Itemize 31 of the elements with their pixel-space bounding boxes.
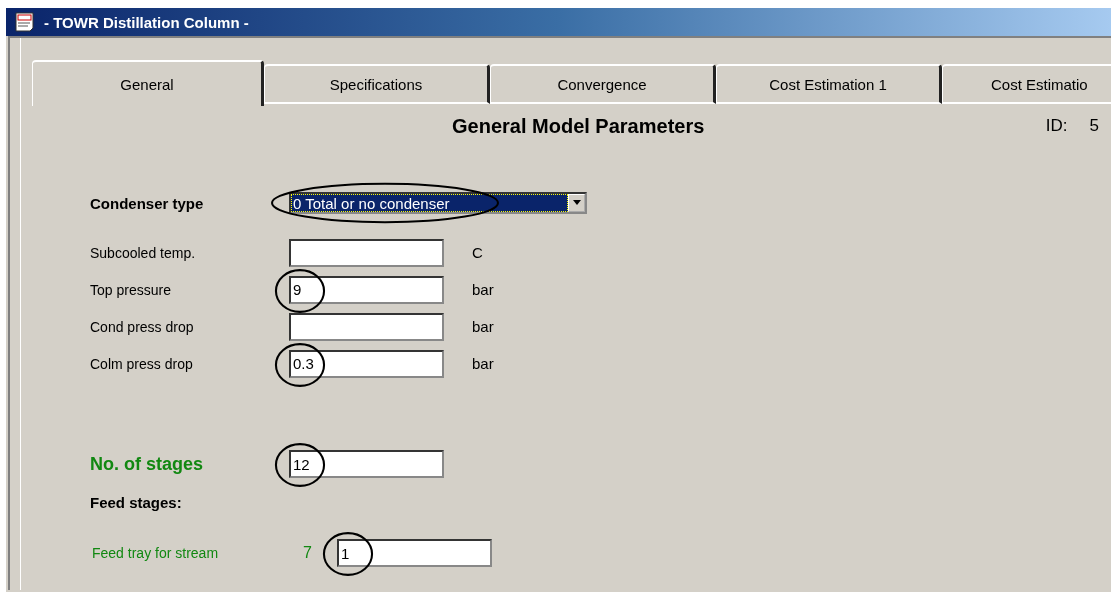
dropdown-arrow-icon [571, 200, 582, 206]
unit-label: bar [472, 318, 494, 335]
field-label: No. of stages [90, 453, 205, 475]
field-label: Top pressure [90, 281, 172, 298]
document-icon [14, 12, 36, 32]
condenser-dropdown[interactable]: 0 Total or no condenser [289, 192, 587, 214]
field-label: Colm press drop [90, 355, 194, 372]
field-label: Subcooled temp. [90, 244, 197, 261]
input-field[interactable] [289, 238, 444, 267]
field-label: Condenser type [90, 194, 205, 212]
stream-number: 7 [303, 544, 313, 562]
unit-label: bar [472, 281, 494, 298]
input-field[interactable]: 1 [337, 539, 492, 567]
tab[interactable]: Cost Estimatio [942, 64, 1111, 104]
window-title: - TOWR Distillation Column - [44, 13, 249, 31]
input-field[interactable] [289, 312, 444, 341]
tab[interactable]: General [32, 60, 264, 106]
input-field[interactable]: 12 [289, 450, 444, 478]
id-value: 5 [1089, 116, 1099, 136]
tab[interactable]: Cost Estimation 1 [716, 64, 942, 104]
section-heading: General Model Parameters [452, 114, 705, 138]
field-label: Cond press drop [90, 318, 195, 335]
input-field[interactable]: 9 [289, 275, 444, 304]
id-label: ID: [1045, 116, 1068, 136]
unit-label: bar [472, 355, 494, 372]
tab[interactable]: Specifications [264, 64, 490, 104]
input-field[interactable]: 0.3 [289, 349, 444, 378]
section-label: Feed stages: [90, 493, 183, 511]
unit-label: C [472, 244, 483, 261]
field-label: Feed tray for stream [92, 545, 220, 561]
tab[interactable]: Convergence [490, 64, 716, 104]
